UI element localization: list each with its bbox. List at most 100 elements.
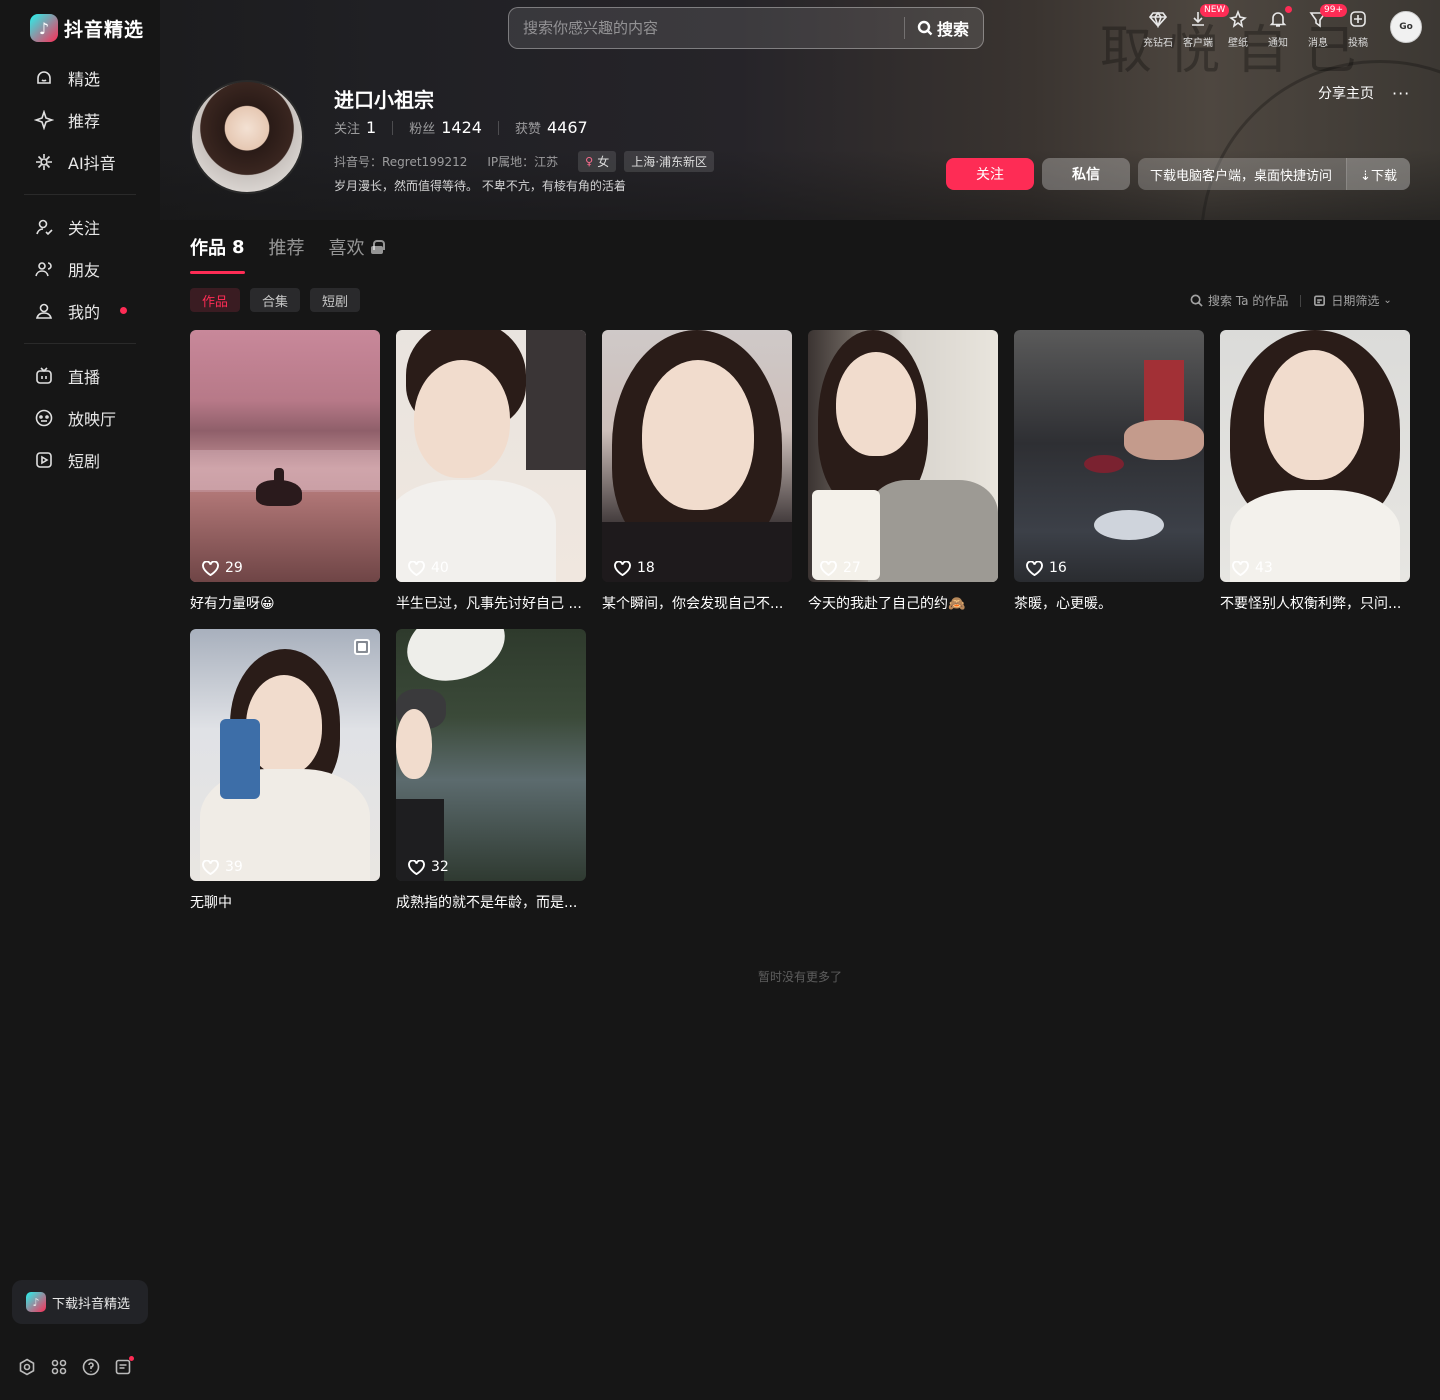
sidebar-item-me[interactable]: 我的	[24, 290, 136, 332]
search-works-button[interactable]: 搜索 Ta 的作品	[1190, 292, 1288, 309]
video-caption[interactable]: 不要怪别人权衡利弊，只问...	[1220, 593, 1410, 613]
wallpaper-button[interactable]: 壁纸	[1218, 8, 1258, 49]
video-card[interactable]: 16 茶暖，心更暖。	[1014, 330, 1204, 629]
heart-icon	[202, 859, 219, 875]
followers-stat[interactable]: 粉丝 1424	[409, 118, 482, 137]
notification-dot	[129, 1356, 134, 1361]
subtab-collections[interactable]: 合集	[250, 288, 301, 312]
video-thumbnail[interactable]: 18	[602, 330, 792, 582]
heart-icon	[820, 560, 837, 576]
divider	[1300, 294, 1302, 307]
help-icon[interactable]	[82, 1358, 100, 1376]
stat-value: 1424	[441, 118, 482, 137]
profile-avatar[interactable]	[190, 80, 304, 194]
friends-icon	[34, 259, 54, 279]
wallpaper-icon	[1229, 10, 1247, 28]
calendar-icon	[1314, 295, 1326, 306]
video-thumbnail[interactable]: 29	[190, 330, 380, 582]
video-thumbnail[interactable]: 40	[396, 330, 586, 582]
sidebar-item-following[interactable]: 关注	[24, 206, 136, 248]
video-card[interactable]: 27 今天的我赴了自己的约🙈	[808, 330, 998, 629]
video-caption[interactable]: 成熟指的就不是年龄，而是...	[396, 892, 586, 912]
date-filter-dropdown[interactable]: 日期筛选 ⌄	[1313, 292, 1392, 309]
search-button-label: 搜索	[936, 20, 969, 39]
tab-likes[interactable]: 喜欢	[329, 234, 385, 274]
video-card[interactable]: 32 成熟指的就不是年龄，而是...	[396, 629, 586, 928]
profile-tags: ♀ 女 上海·浦东新区	[578, 151, 715, 172]
share-button[interactable]: 分享主页	[1318, 83, 1374, 103]
sidebar-item-ai[interactable]: AI抖音	[24, 141, 136, 183]
video-caption[interactable]: 茶暖，心更暖。	[1014, 593, 1204, 613]
client-download-button[interactable]: NEW 客户端	[1178, 4, 1230, 49]
tab-works[interactable]: 作品 8	[190, 234, 245, 274]
user-avatar[interactable]: Go	[1390, 11, 1422, 43]
tab-recommend[interactable]: 推荐	[269, 234, 305, 274]
apps-icon[interactable]	[50, 1358, 68, 1376]
female-icon: ♀	[585, 155, 594, 168]
following-stat[interactable]: 关注 1	[334, 118, 376, 137]
like-count: 16	[1026, 560, 1067, 576]
video-card[interactable]: 18 某个瞬间，你会发现自己不...	[602, 330, 792, 629]
gender-tag: ♀ 女	[578, 151, 617, 172]
sidebar-item-friends[interactable]: 朋友	[24, 248, 136, 290]
logo[interactable]: ♪ 抖音精选	[30, 14, 144, 42]
subtab-works[interactable]: 作品	[190, 288, 241, 312]
upload-button[interactable]: 投稿	[1338, 8, 1378, 49]
sidebar-item-recommend[interactable]: 推荐	[24, 99, 136, 141]
sidebar: ♪ 抖音精选 精选 推荐 AI抖音 关注 朋友 我的 直播 放映厅 短剧 ♪ 下…	[0, 0, 160, 1400]
sidebar-item-label: 关注	[68, 219, 101, 238]
video-card[interactable]: 29 好有力量呀😀	[190, 330, 380, 629]
desktop-download-banner[interactable]: 下载电脑客户端，桌面快捷访问 ⇣下载	[1138, 158, 1410, 190]
logo-text: 抖音精选	[64, 18, 145, 41]
messages-button[interactable]: 99+ 消息	[1298, 4, 1347, 49]
tab-label: 推荐	[268, 238, 305, 259]
download-app-button[interactable]: ♪ 下载抖音精选	[12, 1280, 148, 1324]
home-icon	[34, 68, 54, 88]
heart-icon	[408, 859, 425, 875]
video-caption[interactable]: 半生已过，凡事先讨好自己 ...	[396, 593, 586, 613]
message-button[interactable]: 私信	[1042, 158, 1130, 190]
more-options-icon[interactable]: ···	[1392, 84, 1410, 103]
like-count: 43	[1232, 560, 1273, 576]
video-caption[interactable]: 某个瞬间，你会发现自己不...	[602, 593, 792, 613]
follow-button[interactable]: 关注	[946, 158, 1034, 190]
video-thumbnail[interactable]: 39	[190, 629, 380, 881]
download-button[interactable]: ⇣下载	[1346, 158, 1410, 190]
likes-stat: 获赞 4467	[515, 118, 588, 137]
like-count: 29	[202, 560, 243, 576]
video-caption[interactable]: 好有力量呀😀	[190, 593, 380, 613]
like-count-value: 43	[1255, 560, 1273, 576]
heart-icon	[614, 560, 631, 576]
profile-name: 进口小祖宗	[334, 88, 434, 112]
recharge-button[interactable]: 充钻石	[1138, 8, 1178, 49]
video-thumbnail[interactable]: 32	[396, 629, 586, 881]
download-banner-text: 下载电脑客户端，桌面快捷访问	[1150, 168, 1333, 184]
like-count-value: 16	[1049, 560, 1067, 576]
search-button[interactable]: 搜索	[905, 16, 983, 40]
like-count-value: 32	[431, 859, 449, 875]
end-of-list-text: 暂时没有更多了	[757, 970, 842, 984]
settings-icon[interactable]	[18, 1358, 36, 1376]
video-card[interactable]: 43 不要怪别人权衡利弊，只问...	[1220, 330, 1410, 629]
notifications-button[interactable]: 通知	[1258, 6, 1298, 49]
video-thumbnail[interactable]: 16	[1014, 330, 1204, 582]
video-card[interactable]: 39 无聊中	[190, 629, 380, 928]
feedback-icon[interactable]	[114, 1356, 134, 1376]
location-tag: 上海·浦东新区	[624, 151, 715, 172]
profile-stats: 关注 1 粉丝 1424 获赞 4467	[334, 118, 588, 137]
video-caption[interactable]: 今天的我赴了自己的约🙈	[808, 593, 998, 613]
chevron-down-icon: ⌄	[1383, 295, 1392, 306]
sidebar-item-featured[interactable]: 精选	[24, 57, 136, 99]
bell-icon	[1269, 12, 1287, 27]
download-app-label: 下载抖音精选	[52, 1296, 131, 1312]
sidebar-item-drama[interactable]: 短剧	[24, 439, 136, 481]
search-input[interactable]	[509, 8, 904, 48]
video-thumbnail[interactable]: 27	[808, 330, 998, 582]
content-filter: 作品 合集 短剧	[190, 288, 361, 312]
video-caption[interactable]: 无聊中	[190, 892, 380, 912]
sidebar-item-live[interactable]: 直播	[24, 355, 136, 397]
subtab-drama[interactable]: 短剧	[310, 288, 361, 312]
video-thumbnail[interactable]: 43	[1220, 330, 1410, 582]
sidebar-item-theater[interactable]: 放映厅	[24, 397, 136, 439]
video-card[interactable]: 40 半生已过，凡事先讨好自己 ...	[396, 330, 586, 629]
